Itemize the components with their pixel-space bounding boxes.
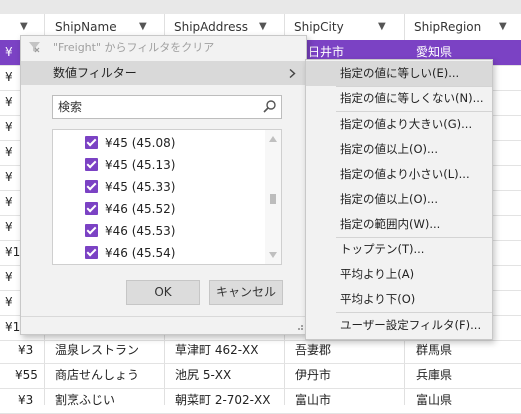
chevron-right-icon bbox=[289, 69, 296, 78]
menu-item-below-average[interactable]: 平均より下(O) bbox=[306, 287, 492, 312]
cancel-button[interactable]: キャンセル bbox=[209, 280, 283, 305]
search-icon bbox=[263, 100, 276, 113]
checkbox-checked[interactable] bbox=[85, 202, 98, 215]
shipregion-cell: 群馬県 bbox=[416, 343, 453, 357]
filter-dropdown-icon[interactable]: ▼ bbox=[499, 14, 507, 40]
scrollbar-thumb[interactable] bbox=[270, 194, 276, 204]
menu-item-label: 指定の値より大きい(G)... bbox=[340, 117, 473, 131]
number-filter-submenu: 指定の値に等しい(E)... 指定の値に等しくない(N)... 指定の値より大き… bbox=[305, 59, 493, 340]
table-row[interactable]: ¥55 商店せんしょう 池尻 5-XX 伊丹市 兵庫県 bbox=[0, 363, 521, 389]
freight-cell: ¥ bbox=[5, 270, 13, 284]
table-row[interactable]: ¥3 割烹ふじい 朝菜町 2-702-XX 富山市 富山県 bbox=[0, 388, 521, 414]
shipname-cell: 温泉レストラン bbox=[55, 343, 140, 357]
shipname-cell: 割烹ふじい bbox=[55, 393, 116, 407]
value-checklist: ¥45 (45.08) ¥45 (45.13) ¥45 (45.33) ¥46 … bbox=[52, 129, 282, 265]
menu-item-label: 指定の値以上(O)... bbox=[340, 192, 438, 206]
menu-item-greater-or-equal[interactable]: 指定の値以上(O)... bbox=[306, 137, 492, 162]
freight-cell: ¥3 bbox=[18, 343, 34, 357]
number-filter-item[interactable]: 数値フィルター bbox=[21, 61, 306, 85]
freight-cell: ¥ bbox=[5, 170, 13, 184]
scroll-down-icon[interactable] bbox=[269, 252, 277, 258]
search-input[interactable]: 検索 bbox=[52, 95, 282, 119]
table-row[interactable]: ¥3 温泉レストラン 草津町 462-XX 吾妻郡 群馬県 bbox=[0, 338, 521, 364]
menu-item-above-average[interactable]: 平均より上(A) bbox=[306, 262, 492, 287]
freight-cell: ¥1 bbox=[5, 320, 21, 334]
menu-item-label: 指定の値より小さい(L)... bbox=[340, 167, 470, 181]
shipregion-cell: 兵庫県 bbox=[416, 368, 453, 382]
menu-item-label: ユーザー設定フィルタ(F)... bbox=[340, 318, 482, 332]
list-item-label: ¥45 (45.08) bbox=[105, 136, 176, 150]
menu-item-top-ten[interactable]: トップテン(T)... bbox=[306, 237, 492, 262]
shipregion-cell: 富山県 bbox=[416, 393, 453, 407]
column-header-shipregion[interactable]: ShipRegion bbox=[414, 14, 481, 40]
freight-cell: ¥ bbox=[5, 295, 13, 309]
checkbox-checked[interactable] bbox=[85, 180, 98, 193]
menu-item-label: 指定の値に等しい(E)... bbox=[340, 66, 460, 80]
checkbox-checked[interactable] bbox=[85, 136, 98, 149]
resize-grip-icon[interactable] bbox=[295, 322, 303, 330]
freight-cell: ¥ bbox=[5, 95, 13, 109]
list-item-label: ¥46 (45.52) bbox=[105, 202, 176, 216]
clear-filter-item[interactable]: "Freight" からフィルタをクリア bbox=[21, 36, 306, 59]
freight-cell: ¥55 bbox=[15, 368, 38, 382]
menu-item-not-equals[interactable]: 指定の値に等しくない(N)... bbox=[306, 86, 492, 111]
freight-cell: ¥ bbox=[5, 70, 13, 84]
list-item-label: ¥45 (45.13) bbox=[105, 158, 176, 172]
shipaddress-cell: 池尻 5-XX bbox=[175, 368, 232, 382]
freight-cell: ¥ bbox=[5, 120, 13, 134]
menu-item-label: 平均より上(A) bbox=[340, 267, 415, 281]
clear-filter-label: "Freight" からフィルタをクリア bbox=[53, 41, 215, 54]
popup-footer bbox=[21, 316, 306, 335]
freight-cell: ¥3 bbox=[18, 393, 34, 407]
search-placeholder: 検索 bbox=[58, 100, 83, 114]
checkbox-checked[interactable] bbox=[85, 158, 98, 171]
shipaddress-cell: 朝菜町 2-702-XX bbox=[175, 393, 271, 407]
menu-item-label: 指定の値以上(O)... bbox=[340, 142, 438, 156]
list-item-label: ¥45 (45.33) bbox=[105, 180, 176, 194]
grid-top-strip bbox=[0, 0, 521, 15]
menu-item-less-or-equal[interactable]: 指定の値以上(O)... bbox=[306, 187, 492, 212]
menu-item-greater-than[interactable]: 指定の値より大きい(G)... bbox=[306, 112, 492, 137]
filter-dropdown-icon[interactable]: ▼ bbox=[378, 14, 386, 40]
scroll-up-icon[interactable] bbox=[269, 136, 277, 142]
freight-cell: ¥ bbox=[5, 195, 13, 209]
checkbox-checked[interactable] bbox=[85, 246, 98, 259]
checkbox-checked[interactable] bbox=[85, 224, 98, 237]
shipname-cell: 商店せんしょう bbox=[55, 368, 140, 382]
freight-cell: ¥ bbox=[5, 220, 13, 234]
menu-item-custom-filter[interactable]: ユーザー設定フィルタ(F)... bbox=[306, 313, 492, 338]
freight-cell: ¥1 bbox=[5, 245, 21, 259]
clear-filter-icon bbox=[29, 42, 40, 53]
shipcity-cell: 伊丹市 bbox=[295, 368, 332, 382]
list-item-label: ¥46 (45.53) bbox=[105, 224, 176, 238]
menu-item-less-than[interactable]: 指定の値より小さい(L)... bbox=[306, 162, 492, 187]
menu-item-label: トップテン(T)... bbox=[340, 242, 425, 256]
menu-item-label: 指定の値に等しくない(N)... bbox=[340, 91, 484, 105]
number-filter-label: 数値フィルター bbox=[53, 66, 137, 80]
menu-item-label: 平均より下(O) bbox=[340, 292, 416, 306]
shipaddress-cell: 草津町 462-XX bbox=[175, 343, 259, 357]
shipcity-cell: 富山市 bbox=[295, 393, 332, 407]
menu-item-label: 指定の範囲内(W)... bbox=[340, 217, 441, 231]
filter-popup: "Freight" からフィルタをクリア 数値フィルター 検索 ¥45 (45.… bbox=[20, 35, 307, 335]
list-scrollbar[interactable] bbox=[265, 130, 281, 264]
freight-cell: ¥ bbox=[5, 145, 13, 159]
menu-item-equals[interactable]: 指定の値に等しい(E)... bbox=[306, 61, 492, 86]
menu-item-between[interactable]: 指定の範囲内(W)... bbox=[306, 212, 492, 237]
shipcity-cell: 吾妻郡 bbox=[295, 343, 332, 357]
freight-cell: ¥ bbox=[5, 45, 13, 59]
list-item-label: ¥46 (45.54) bbox=[105, 246, 176, 260]
ok-button[interactable]: OK bbox=[126, 280, 200, 305]
